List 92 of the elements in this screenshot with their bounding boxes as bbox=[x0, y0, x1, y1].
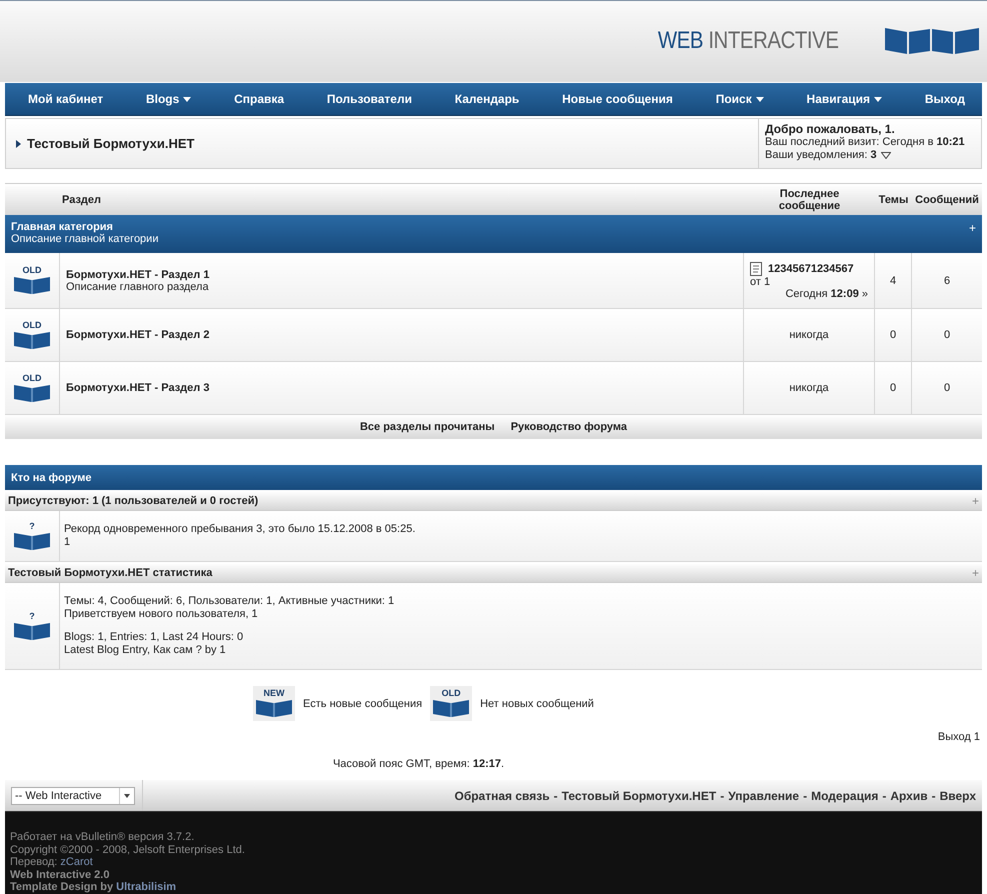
category-title[interactable]: Главная категория bbox=[11, 221, 158, 233]
separator-text: - bbox=[720, 788, 724, 802]
credit-text: Работает на vBulletin® версия 3.7.2. bbox=[10, 831, 196, 844]
icon-label: OLD bbox=[22, 320, 42, 330]
forum-title-link[interactable]: Тестовый Бормотухи.НЕТ bbox=[27, 136, 194, 151]
credit-text: Copyright ©2000 - 2008, Jelsoft Enterprises Ltd. bbox=[10, 844, 246, 856]
icon-label: OLD bbox=[22, 266, 42, 275]
last-post-text: никогда bbox=[788, 382, 830, 394]
nav-link[interactable]: Выход bbox=[924, 92, 965, 106]
icon-label: OLD bbox=[22, 374, 42, 382]
info-text: Latest Blog Entry, Как сам ? by 1 bbox=[64, 644, 227, 657]
icon-label: ? bbox=[29, 612, 35, 620]
style-select[interactable]: -- Web Interactive bbox=[11, 786, 135, 804]
forum-description: Описание главного раздела bbox=[66, 280, 209, 292]
thread-count: 0 bbox=[890, 329, 896, 341]
credit-link[interactable]: zCarot bbox=[60, 856, 93, 868]
nav-link[interactable]: Справка bbox=[234, 92, 284, 106]
book-icon bbox=[255, 698, 294, 718]
icon-label: ? bbox=[29, 522, 35, 530]
credit-text: Web Interactive 2.0 bbox=[10, 868, 110, 881]
section-header: Кто на форуме bbox=[5, 465, 982, 490]
post-date: Сегодня 12:09 bbox=[785, 288, 859, 300]
footer-link[interactable]: Модерация bbox=[811, 788, 878, 802]
caret-icon bbox=[183, 96, 192, 102]
nav-link[interactable]: Календарь bbox=[454, 92, 520, 106]
timezone-text: Часовой пояс GMT, время: 12:17. bbox=[332, 758, 504, 770]
column-header: Темы bbox=[878, 194, 910, 206]
thread-link[interactable]: 12345671234567 bbox=[768, 262, 854, 274]
icon-label: OLD bbox=[442, 689, 461, 698]
footer-link[interactable]: Обратная связь bbox=[454, 788, 550, 802]
welcome-text: Добро пожаловать, 1. bbox=[765, 123, 896, 136]
caret-icon bbox=[756, 96, 764, 102]
notifications-link[interactable]: Ваши уведомления: 3 bbox=[765, 149, 877, 162]
site-logo-text[interactable]: WEB INTERACTIVE bbox=[658, 27, 839, 55]
credit-text: Template Design by bbox=[10, 881, 114, 893]
credit-link[interactable]: Ultrabilisim bbox=[116, 881, 176, 893]
forum-link[interactable]: Бормотухи.НЕТ - Раздел 1 bbox=[66, 268, 210, 280]
nav-link[interactable]: Пользователи bbox=[326, 92, 412, 106]
separator-text: - bbox=[932, 788, 936, 802]
post-count: 0 bbox=[944, 382, 950, 394]
legend-text: Есть новые сообщения bbox=[303, 698, 422, 710]
books-logo-icon bbox=[885, 26, 979, 56]
forum-action-link[interactable]: Руководство форума bbox=[510, 421, 628, 433]
category-description: Описание главной категории bbox=[11, 233, 158, 245]
collapse-toggle[interactable]: + bbox=[968, 221, 976, 249]
dropdown-triangle-icon[interactable] bbox=[880, 152, 891, 159]
go-to-post-link[interactable]: » bbox=[862, 288, 868, 300]
footer-link[interactable]: Вверх bbox=[940, 788, 976, 802]
info-text: Рекорд одновременного пребывания 3, это было 15.12.2008 в 05:25. bbox=[64, 523, 416, 536]
info-text: 1 bbox=[64, 536, 72, 549]
column-header: Последнее сообщение bbox=[778, 188, 842, 212]
nav-link[interactable]: Новые сообщения bbox=[562, 92, 673, 106]
post-count: 6 bbox=[944, 274, 950, 286]
icon-label: NEW bbox=[264, 689, 285, 698]
book-icon bbox=[13, 382, 51, 402]
footer-link[interactable]: Управление bbox=[728, 788, 800, 802]
nav-link[interactable]: Мой кабинет bbox=[28, 92, 104, 106]
nav-link[interactable]: Навигация bbox=[806, 92, 882, 106]
forum-action-link[interactable]: Все разделы прочитаны bbox=[360, 421, 495, 433]
legend-text: Нет новых сообщений bbox=[480, 698, 594, 710]
column-header: Раздел bbox=[61, 194, 102, 206]
book-icon bbox=[432, 698, 470, 718]
thread-count: 4 bbox=[890, 274, 896, 286]
nav-link[interactable]: Поиск bbox=[716, 92, 764, 106]
book-icon bbox=[13, 620, 51, 640]
book-icon bbox=[13, 530, 51, 550]
last-post-text: никогда bbox=[788, 329, 830, 341]
forum-link[interactable]: Бормотухи.НЕТ - Раздел 2 bbox=[66, 329, 210, 341]
separator-text: - bbox=[803, 788, 808, 802]
subsection-title: Присутствуют: 1 (1 пользователей и 0 гостей) bbox=[8, 494, 258, 506]
footer-link[interactable]: Тестовый Бормотухи.НЕТ bbox=[562, 788, 716, 802]
info-text: Приветствуем нового пользователя, 1 bbox=[64, 608, 259, 621]
document-icon bbox=[750, 262, 763, 276]
forum-link[interactable]: Бормотухи.НЕТ - Раздел 3 bbox=[66, 382, 210, 394]
caret-icon bbox=[874, 96, 882, 102]
separator-text: - bbox=[554, 788, 558, 802]
nav-link[interactable]: Blogs bbox=[146, 92, 192, 106]
book-icon bbox=[13, 330, 51, 350]
post-count: 0 bbox=[944, 329, 950, 341]
thread-count: 0 bbox=[890, 382, 896, 394]
arrow-icon bbox=[16, 140, 21, 148]
book-icon bbox=[13, 275, 51, 295]
footer-link[interactable]: Архив bbox=[890, 788, 928, 802]
subsection-title: Тестовый Бормотухи.НЕТ статистика bbox=[8, 566, 212, 578]
separator-text: - bbox=[882, 788, 886, 802]
post-author: от 1 bbox=[750, 276, 772, 288]
column-header: Сообщений bbox=[914, 194, 980, 206]
last-visit-text: Ваш последний визит: Сегодня в 10:21 bbox=[765, 136, 966, 149]
logout-link[interactable]: Выход 1 bbox=[938, 731, 980, 743]
credit-text: Перевод: bbox=[10, 856, 58, 868]
info-text: Blogs: 1, Entries: 1, Last 24 Hours: 0 bbox=[64, 631, 244, 644]
info-text: Темы: 4, Сообщений: 6, Пользователи: 1, Активные участники: 1 bbox=[64, 595, 396, 608]
